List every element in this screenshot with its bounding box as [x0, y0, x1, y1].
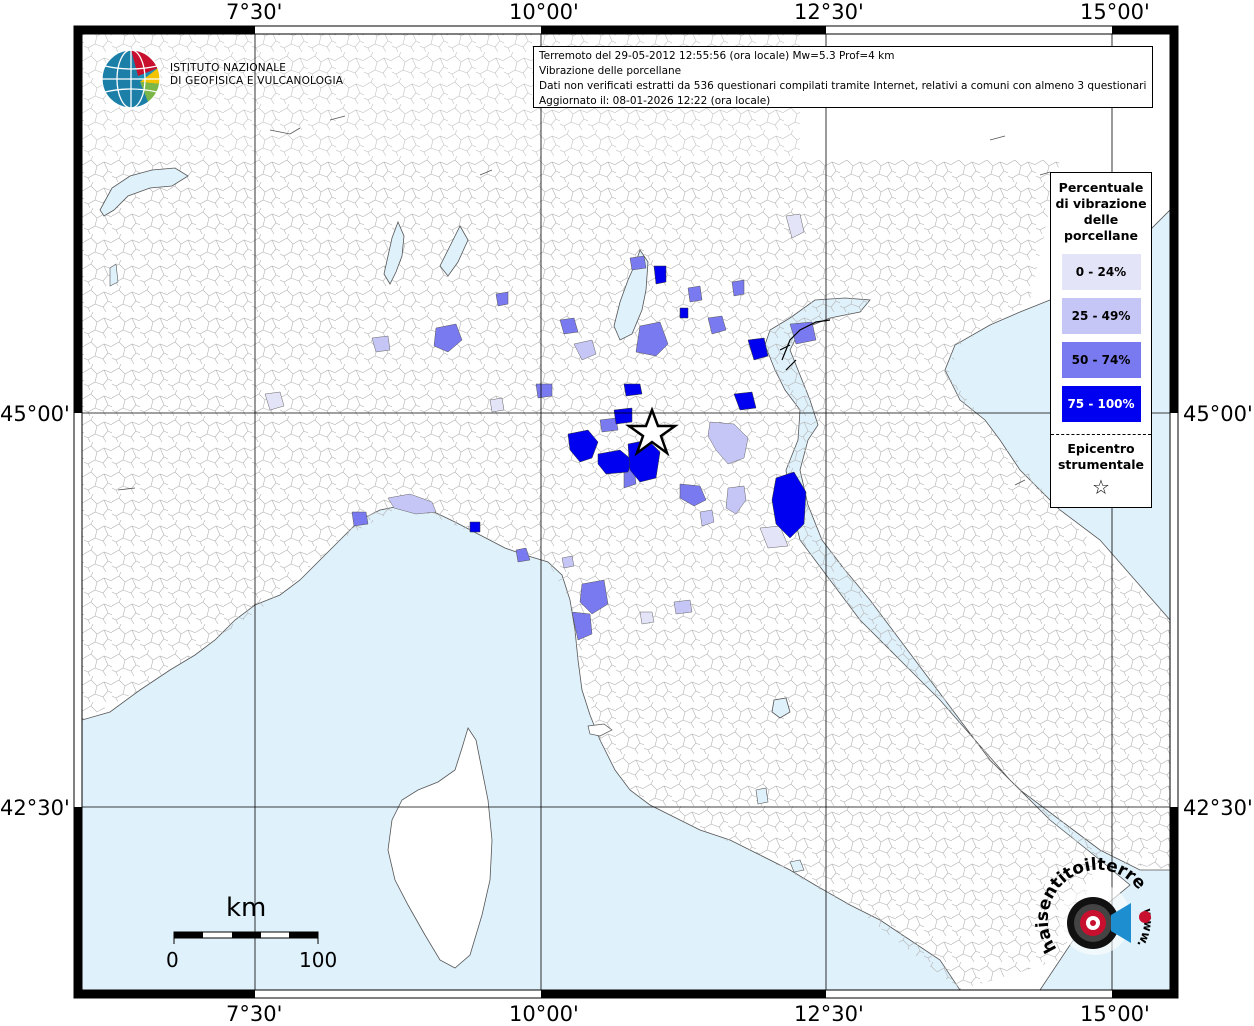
event-title: Terremoto del 29-05-2012 12:55:56 (ora l…	[539, 50, 895, 62]
haisentitoilterremoto-logo[interactable]: haisentitoilterremoto.it www.	[1035, 857, 1159, 981]
lon-label-bottom: 12°30'	[794, 1002, 864, 1026]
lat-label-left: 45°00'	[0, 402, 70, 426]
legend-star-icon: ☆	[1092, 475, 1110, 499]
legend-epicenter-label: Epicentro strumentale	[1057, 441, 1145, 472]
lon-label-bottom: 7°30'	[226, 1002, 283, 1026]
update-timestamp: Aggiornato il: 08-01-2026 12:22 (ora loc…	[539, 95, 771, 107]
lon-label-top: 12°30'	[794, 0, 864, 24]
scale-max: 100	[299, 948, 338, 972]
ingv-line1: ISTITUTO NAZIONALE	[170, 62, 287, 74]
legend-title: Percentuale di vibrazione delle porcella…	[1055, 180, 1147, 243]
lon-label-top: 10°00'	[509, 0, 579, 24]
event-info-box: Terremoto del 29-05-2012 12:55:56 (ora l…	[533, 46, 1153, 108]
ingv-line2: DI GEOFISICA E VULCANOLOGIA	[170, 75, 344, 87]
legend-class-0-24: 0 - 24%	[1061, 254, 1141, 290]
legend-class-25-49: 25 - 49%	[1061, 298, 1141, 334]
lon-label-bottom: 15°00'	[1080, 1002, 1150, 1026]
scale-min: 0	[166, 948, 179, 972]
map-subject: Vibrazione delle porcellane	[539, 65, 682, 77]
lon-label-top: 7°30'	[226, 0, 283, 24]
scale-unit: km	[226, 893, 267, 923]
ingv-name: ISTITUTO NAZIONALE DI GEOFISICA E VULCAN…	[170, 62, 343, 88]
ingv-globe-icon	[101, 49, 161, 109]
legend-class-50-74: 50 - 74%	[1061, 342, 1141, 378]
map-legend: Percentuale di vibrazione delle porcella…	[1050, 172, 1152, 508]
lon-label-top: 15°00'	[1080, 0, 1150, 24]
data-disclaimer: Dati non verificati estratti da 536 ques…	[539, 80, 1147, 92]
lat-label-right: 42°30'	[1183, 796, 1253, 820]
lat-label-left: 42°30'	[0, 796, 70, 820]
lat-label-right: 45°00'	[1183, 402, 1253, 426]
lon-label-bottom: 10°00'	[509, 1002, 579, 1026]
legend-class-75-100: 75 - 100%	[1061, 386, 1141, 422]
